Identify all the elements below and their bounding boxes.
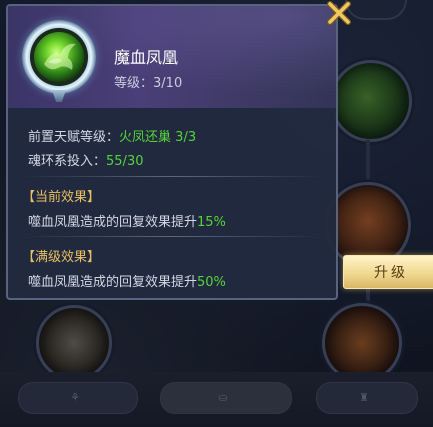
skill-name: 魔血凤凰 bbox=[114, 48, 179, 67]
investment-value: 55/30 bbox=[106, 154, 144, 169]
divider bbox=[22, 236, 322, 237]
prerequisite-label: 前置天赋等级： bbox=[28, 130, 120, 145]
phoenix-icon bbox=[34, 32, 84, 82]
skill-emblem-icon bbox=[22, 20, 96, 94]
upgrade-button-label: 升级 bbox=[374, 265, 408, 281]
prerequisite-row: 前置天赋等级：火凤还巢 3/3 bbox=[28, 126, 196, 145]
level-label: 等级： bbox=[114, 76, 154, 91]
divider bbox=[22, 176, 322, 177]
current-effect-row: 噬血凤凰造成的回复效果提升15% bbox=[28, 211, 226, 230]
current-effect-value: 15% bbox=[197, 215, 226, 230]
upgrade-button[interactable]: 升级 bbox=[343, 255, 433, 289]
prerequisite-level: 3/3 bbox=[175, 130, 197, 145]
investment-row: 魂环系投入：55/30 bbox=[28, 150, 143, 169]
max-effect-value: 50% bbox=[197, 275, 226, 290]
max-effect-text: 噬血凤凰造成的回复效果提升 bbox=[28, 275, 198, 290]
prerequisite-talent: 火凤还巢 bbox=[119, 130, 172, 145]
current-effect-text: 噬血凤凰造成的回复效果提升 bbox=[28, 215, 198, 230]
skill-tooltip-panel: 魔血凤凰 等级：3/10 前置天赋等级：火凤还巢 3/3 魂环系投入：55/30… bbox=[6, 4, 338, 300]
investment-label: 魂环系投入： bbox=[28, 154, 107, 169]
current-effect-header: 【当前效果】 bbox=[22, 190, 101, 205]
level-value: 3/10 bbox=[153, 76, 183, 91]
close-icon[interactable] bbox=[326, 0, 352, 26]
max-effect-header: 【满级效果】 bbox=[22, 250, 101, 265]
max-effect-row: 噬血凤凰造成的回复效果提升50% bbox=[28, 271, 226, 290]
skill-level: 等级：3/10 bbox=[114, 72, 182, 91]
